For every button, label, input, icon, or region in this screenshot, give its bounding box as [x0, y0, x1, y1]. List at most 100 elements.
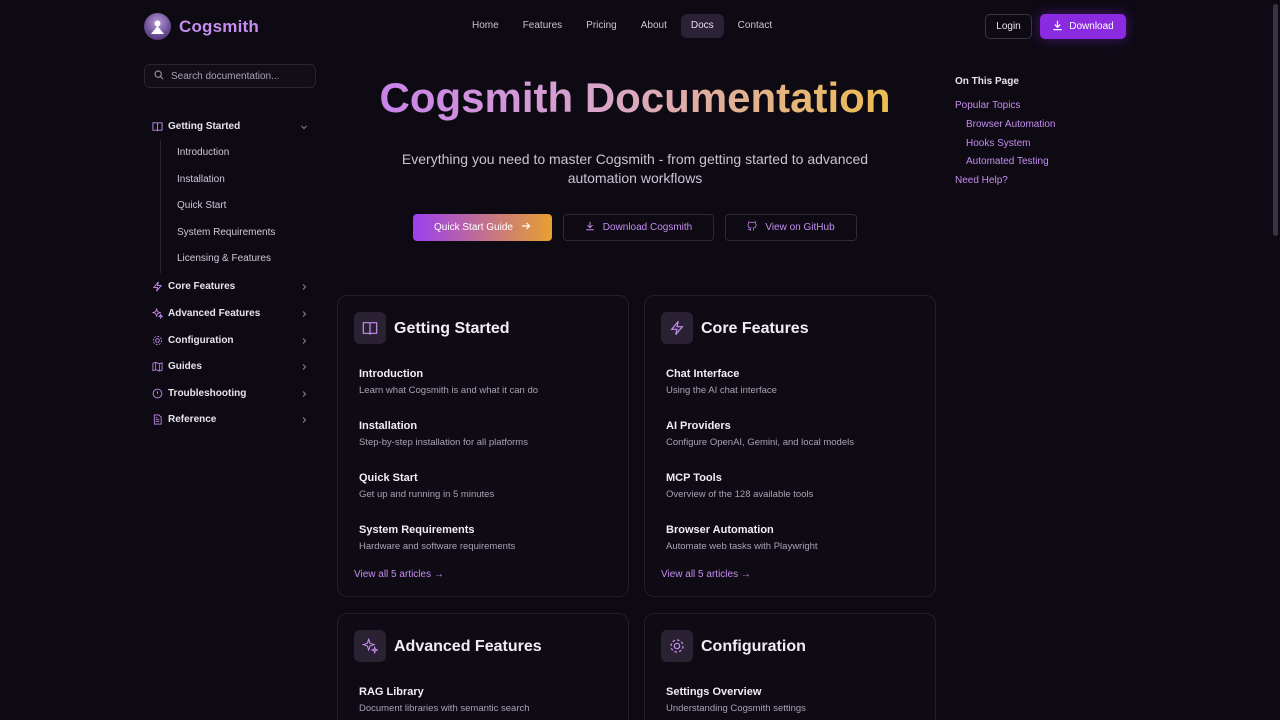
- article-desc: Document libraries with semantic search: [359, 703, 530, 714]
- gear-icon: [152, 335, 163, 346]
- map-icon: [152, 361, 163, 372]
- quick-start-guide-button[interactable]: Quick Start Guide: [413, 214, 552, 241]
- card-advanced-features: Advanced Features RAG Library Document l…: [337, 613, 629, 720]
- toc-item-automated-testing[interactable]: Automated Testing: [966, 156, 1049, 167]
- sidebar-item-licensing[interactable]: Licensing & Features: [177, 246, 275, 273]
- download-icon: [1052, 20, 1063, 34]
- sidebar-item-system-requirements[interactable]: System Requirements: [177, 220, 275, 247]
- sidebar-item-quick-start[interactable]: Quick Start: [177, 193, 275, 220]
- brand-logo-link[interactable]: Cogsmith: [144, 13, 259, 40]
- download-cogsmith-button[interactable]: Download Cogsmith: [563, 214, 714, 241]
- toc-item-hooks-system[interactable]: Hooks System: [966, 138, 1030, 149]
- article-title: MCP Tools: [666, 472, 722, 484]
- lightning-icon: [152, 281, 163, 292]
- main-nav: Home Features Pricing About Docs Contact: [462, 14, 782, 38]
- article-desc: Hardware and software requirements: [359, 541, 516, 552]
- page-title: Cogsmith Documentation: [336, 74, 934, 122]
- chevron-right-icon: [300, 416, 308, 424]
- download-button[interactable]: Download: [1040, 14, 1126, 39]
- book-icon: [152, 121, 163, 132]
- card-article-link[interactable]: Chat Interface Using the AI chat interfa…: [666, 368, 777, 396]
- file-text-icon: [152, 414, 163, 425]
- sidebar-group-label: Troubleshooting: [168, 388, 247, 399]
- sidebar-group-reference[interactable]: Reference: [152, 414, 308, 425]
- sidebar-group-label: Getting Started: [168, 121, 241, 132]
- toc-heading: On This Page: [955, 76, 1019, 87]
- view-all-articles-link[interactable]: View all 5 articles →: [354, 569, 444, 580]
- article-title: Settings Overview: [666, 686, 762, 698]
- card-article-link[interactable]: System Requirements Hardware and softwar…: [359, 524, 515, 552]
- card-article-link[interactable]: Installation Step-by-step installation f…: [359, 420, 528, 448]
- nav-contact[interactable]: Contact: [728, 14, 782, 38]
- view-on-github-label: View on GitHub: [765, 222, 835, 233]
- card-article-link[interactable]: Settings Overview Understanding Cogsmith…: [666, 686, 806, 714]
- sidebar-group-label: Advanced Features: [168, 308, 261, 319]
- sidebar-item-introduction[interactable]: Introduction: [177, 140, 275, 167]
- article-title: System Requirements: [359, 524, 475, 536]
- article-title: Chat Interface: [666, 368, 740, 380]
- logo-icon: [144, 13, 171, 40]
- sidebar-group-getting-started[interactable]: Getting Started: [152, 121, 308, 132]
- card-title: Getting Started: [394, 320, 510, 337]
- article-desc: Get up and running in 5 minutes: [359, 489, 495, 500]
- sparkles-icon: [354, 630, 386, 662]
- article-title: Browser Automation: [666, 524, 774, 536]
- article-title: Quick Start: [359, 472, 418, 484]
- card-article-link[interactable]: RAG Library Document libraries with sema…: [359, 686, 530, 714]
- sidebar-group-core-features[interactable]: Core Features: [152, 281, 308, 292]
- sidebar-group-label: Core Features: [168, 281, 236, 292]
- article-title: Installation: [359, 420, 418, 432]
- gear-icon: [661, 630, 693, 662]
- toc-item-popular-topics[interactable]: Popular Topics: [955, 100, 1020, 111]
- article-desc: Configure OpenAI, Gemini, and local mode…: [666, 437, 854, 448]
- sidebar-group-configuration[interactable]: Configuration: [152, 335, 308, 346]
- view-all-articles-link[interactable]: View all 5 articles →: [661, 569, 751, 580]
- sidebar-group-guides[interactable]: Guides: [152, 361, 308, 372]
- top-header: Cogsmith Home Features Pricing About Doc…: [0, 0, 1280, 54]
- nav-docs[interactable]: Docs: [680, 14, 724, 38]
- card-getting-started: Getting Started Introduction Learn what …: [337, 295, 629, 597]
- card-article-link[interactable]: MCP Tools Overview of the 128 available …: [666, 472, 813, 500]
- sparkles-icon: [152, 308, 163, 319]
- card-article-link[interactable]: Browser Automation Automate web tasks wi…: [666, 524, 818, 552]
- arrow-right-icon: [521, 221, 531, 234]
- github-icon: [747, 221, 757, 234]
- search-icon: [154, 70, 164, 83]
- card-core-features: Core Features Chat Interface Using the A…: [644, 295, 936, 597]
- download-button-label: Download: [1069, 21, 1114, 32]
- brand-name: Cogsmith: [179, 16, 259, 36]
- nav-home[interactable]: Home: [462, 14, 509, 38]
- card-article-link[interactable]: Quick Start Get up and running in 5 minu…: [359, 472, 494, 500]
- chevron-down-icon: [300, 123, 308, 131]
- toc-item-browser-automation[interactable]: Browser Automation: [966, 119, 1056, 130]
- nav-about[interactable]: About: [631, 14, 677, 38]
- article-desc: Learn what Cogsmith is and what it can d…: [359, 385, 539, 396]
- card-title: Configuration: [701, 638, 806, 655]
- article-title: AI Providers: [666, 420, 731, 432]
- sidebar-item-installation[interactable]: Installation: [177, 167, 275, 194]
- page-scrollbar[interactable]: [1273, 4, 1278, 236]
- sidebar-group-troubleshooting[interactable]: Troubleshooting: [152, 388, 308, 399]
- article-desc: Understanding Cogsmith settings: [666, 703, 806, 714]
- page-subtitle: Everything you need to master Cogsmith -…: [401, 151, 869, 186]
- nav-features[interactable]: Features: [513, 14, 572, 38]
- article-title: RAG Library: [359, 686, 424, 698]
- card-article-link[interactable]: Introduction Learn what Cogsmith is and …: [359, 368, 538, 396]
- chevron-right-icon: [300, 283, 308, 291]
- article-desc: Using the AI chat interface: [666, 385, 777, 396]
- login-button[interactable]: Login: [985, 14, 1032, 39]
- nav-pricing[interactable]: Pricing: [576, 14, 627, 38]
- search-input[interactable]: Search documentation...: [144, 64, 316, 88]
- card-title: Advanced Features: [394, 638, 542, 655]
- alert-circle-icon: [152, 388, 163, 399]
- chevron-right-icon: [300, 310, 308, 318]
- toc-item-need-help[interactable]: Need Help?: [955, 175, 1008, 186]
- docs-sidebar: Search documentation...: [144, 64, 316, 88]
- chevron-right-icon: [300, 363, 308, 371]
- sidebar-subitems: Introduction Installation Quick Start Sy…: [160, 140, 275, 273]
- download-cogsmith-label: Download Cogsmith: [602, 222, 693, 233]
- card-article-link[interactable]: AI Providers Configure OpenAI, Gemini, a…: [666, 420, 854, 448]
- sidebar-group-label: Configuration: [168, 335, 234, 346]
- sidebar-group-advanced-features[interactable]: Advanced Features: [152, 308, 308, 319]
- view-on-github-button[interactable]: View on GitHub: [725, 214, 857, 241]
